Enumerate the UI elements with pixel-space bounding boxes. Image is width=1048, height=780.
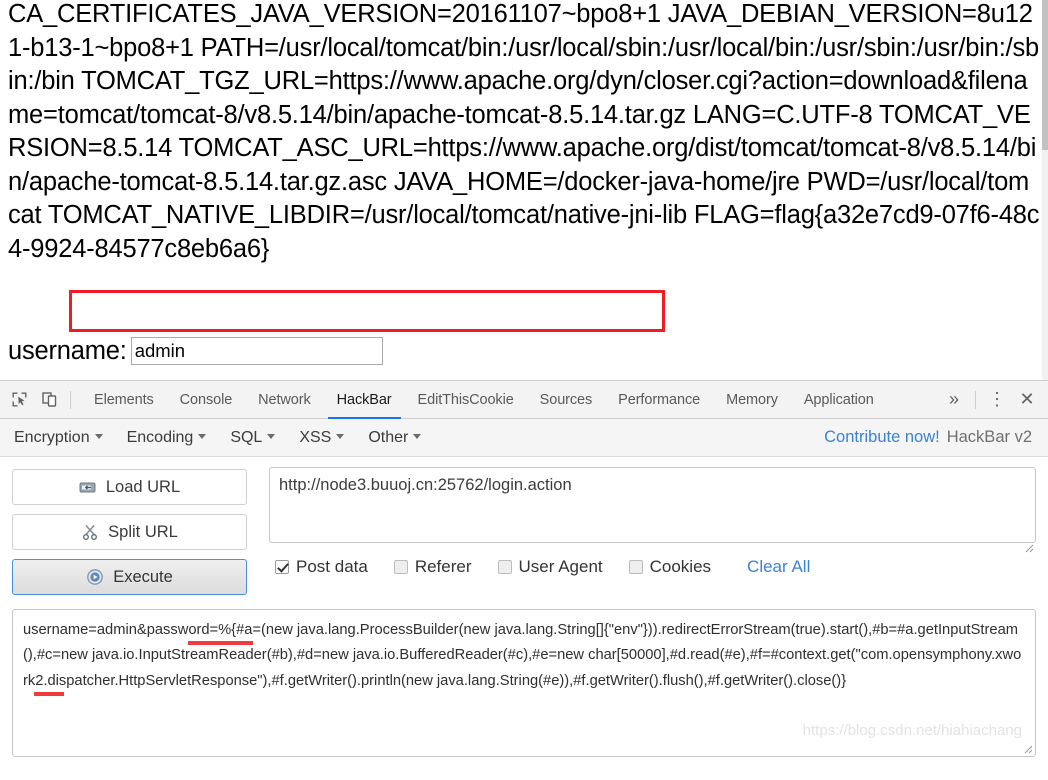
checkbox-cookies-label: Cookies	[649, 557, 712, 576]
url-input[interactable]	[269, 467, 1036, 543]
chevron-down-icon	[267, 433, 276, 439]
hackbar-url-section: Post data Referer User Agent Cookies C	[269, 467, 1036, 577]
toolbar-divider	[70, 390, 71, 409]
execute-icon	[86, 568, 104, 586]
devtools-panel: Elements Console Network HackBar EditThi…	[0, 380, 1048, 780]
devtools-toolbar-right: » ⋮ ✕	[939, 386, 1048, 414]
contribute-link[interactable]: Contribute now!	[824, 428, 940, 447]
tab-performance[interactable]: Performance	[605, 381, 713, 419]
menu-xss[interactable]: XSS	[299, 428, 345, 447]
menu-sql[interactable]: SQL	[230, 428, 276, 447]
menu-other[interactable]: Other	[368, 428, 422, 447]
menu-encoding[interactable]: Encoding	[127, 429, 207, 447]
menu-other-label: Other	[368, 428, 409, 446]
devtools-tabbar: Elements Console Network HackBar EditThi…	[0, 381, 1048, 419]
flag-highlight-box	[69, 290, 665, 332]
menu-encoding-label: Encoding	[126, 428, 194, 446]
menu-xss-label: XSS	[299, 428, 332, 446]
checkbox-user-agent-label: User Agent	[518, 557, 603, 576]
post-data-input[interactable]	[12, 609, 1036, 757]
checkbox-referer-box[interactable]	[393, 560, 408, 574]
chevron-down-icon	[198, 433, 207, 439]
checkbox-post-data[interactable]: Post data	[275, 557, 368, 577]
hackbar-version-label: HackBar v2	[946, 428, 1032, 446]
username-label: username:	[8, 337, 127, 365]
clear-all-link[interactable]: Clear All	[747, 557, 810, 577]
inspect-element-icon[interactable]	[4, 386, 34, 414]
checkbox-user-agent[interactable]: User Agent	[497, 557, 603, 577]
tab-elements[interactable]: Elements	[81, 381, 167, 419]
split-url-button[interactable]: Split URL	[12, 514, 247, 550]
checkbox-cookies-box[interactable]	[628, 560, 643, 574]
load-url-icon	[79, 478, 97, 496]
tab-console[interactable]: Console	[167, 381, 246, 419]
hackbar-menubar: Encryption Encoding SQL XSS Other Contri…	[0, 419, 1048, 457]
checkbox-referer[interactable]: Referer	[393, 557, 472, 577]
hackbar-post-data-section: https://blog.csdn.net/hiahiachang	[12, 609, 1036, 757]
hackbar-top-row: Load URL Split URL Execute http://node3.…	[12, 467, 1036, 595]
menu-encryption[interactable]: Encryption	[14, 429, 103, 447]
execute-label: Execute	[113, 567, 173, 586]
device-toolbar-icon[interactable]	[34, 386, 64, 414]
kebab-menu-icon[interactable]: ⋮	[982, 386, 1012, 414]
checkbox-post-data-label: Post data	[296, 557, 368, 576]
hackbar-action-buttons: Load URL Split URL Execute	[12, 467, 247, 595]
chevron-down-icon	[94, 433, 103, 439]
split-url-label: Split URL	[108, 522, 178, 541]
more-tabs-chevron-icon[interactable]: »	[939, 386, 969, 414]
tab-network[interactable]: Network	[245, 381, 323, 419]
hackbar-options-row: Post data Referer User Agent Cookies Cle…	[269, 557, 1036, 577]
devtools-tab-list: Elements Console Network HackBar EditThi…	[81, 381, 887, 419]
load-url-button[interactable]: Load URL	[12, 469, 247, 505]
chevron-down-icon	[336, 433, 345, 439]
menu-encryption-label: Encryption	[14, 428, 90, 446]
hackbar-body: Load URL Split URL Execute http://node3.…	[0, 457, 1048, 757]
checkbox-post-data-box[interactable]	[275, 560, 289, 574]
environment-variables-dump: CA_CERTIFICATES_JAVA_VERSION=20161107~bp…	[8, 0, 1040, 263]
split-url-icon	[81, 523, 99, 541]
menu-sql-label: SQL	[230, 428, 263, 446]
checkbox-cookies[interactable]: Cookies	[628, 557, 712, 577]
toolbar-divider-right	[975, 390, 976, 409]
rendered-web-page: CA_CERTIFICATES_JAVA_VERSION=20161107~bp…	[0, 0, 1048, 380]
close-icon[interactable]: ✕	[1012, 386, 1042, 414]
tab-hackbar[interactable]: HackBar	[324, 381, 405, 419]
checkbox-user-agent-box[interactable]	[497, 560, 512, 574]
username-input[interactable]	[130, 337, 383, 365]
execute-button[interactable]: Execute	[12, 559, 247, 595]
tab-editthiscookie[interactable]: EditThisCookie	[405, 381, 527, 419]
tab-sources[interactable]: Sources	[527, 381, 606, 419]
chevron-down-icon	[413, 433, 422, 439]
tab-memory[interactable]: Memory	[713, 381, 791, 419]
page-scrollbar-thumb[interactable]	[1042, 0, 1048, 150]
hackbar-menubar-right: Contribute now! HackBar v2	[824, 428, 1034, 447]
login-form: username:	[8, 336, 383, 366]
page-scrollbar[interactable]	[1042, 0, 1048, 380]
tab-application[interactable]: Application	[791, 381, 887, 419]
load-url-label: Load URL	[105, 477, 181, 496]
checkbox-referer-label: Referer	[414, 557, 472, 576]
